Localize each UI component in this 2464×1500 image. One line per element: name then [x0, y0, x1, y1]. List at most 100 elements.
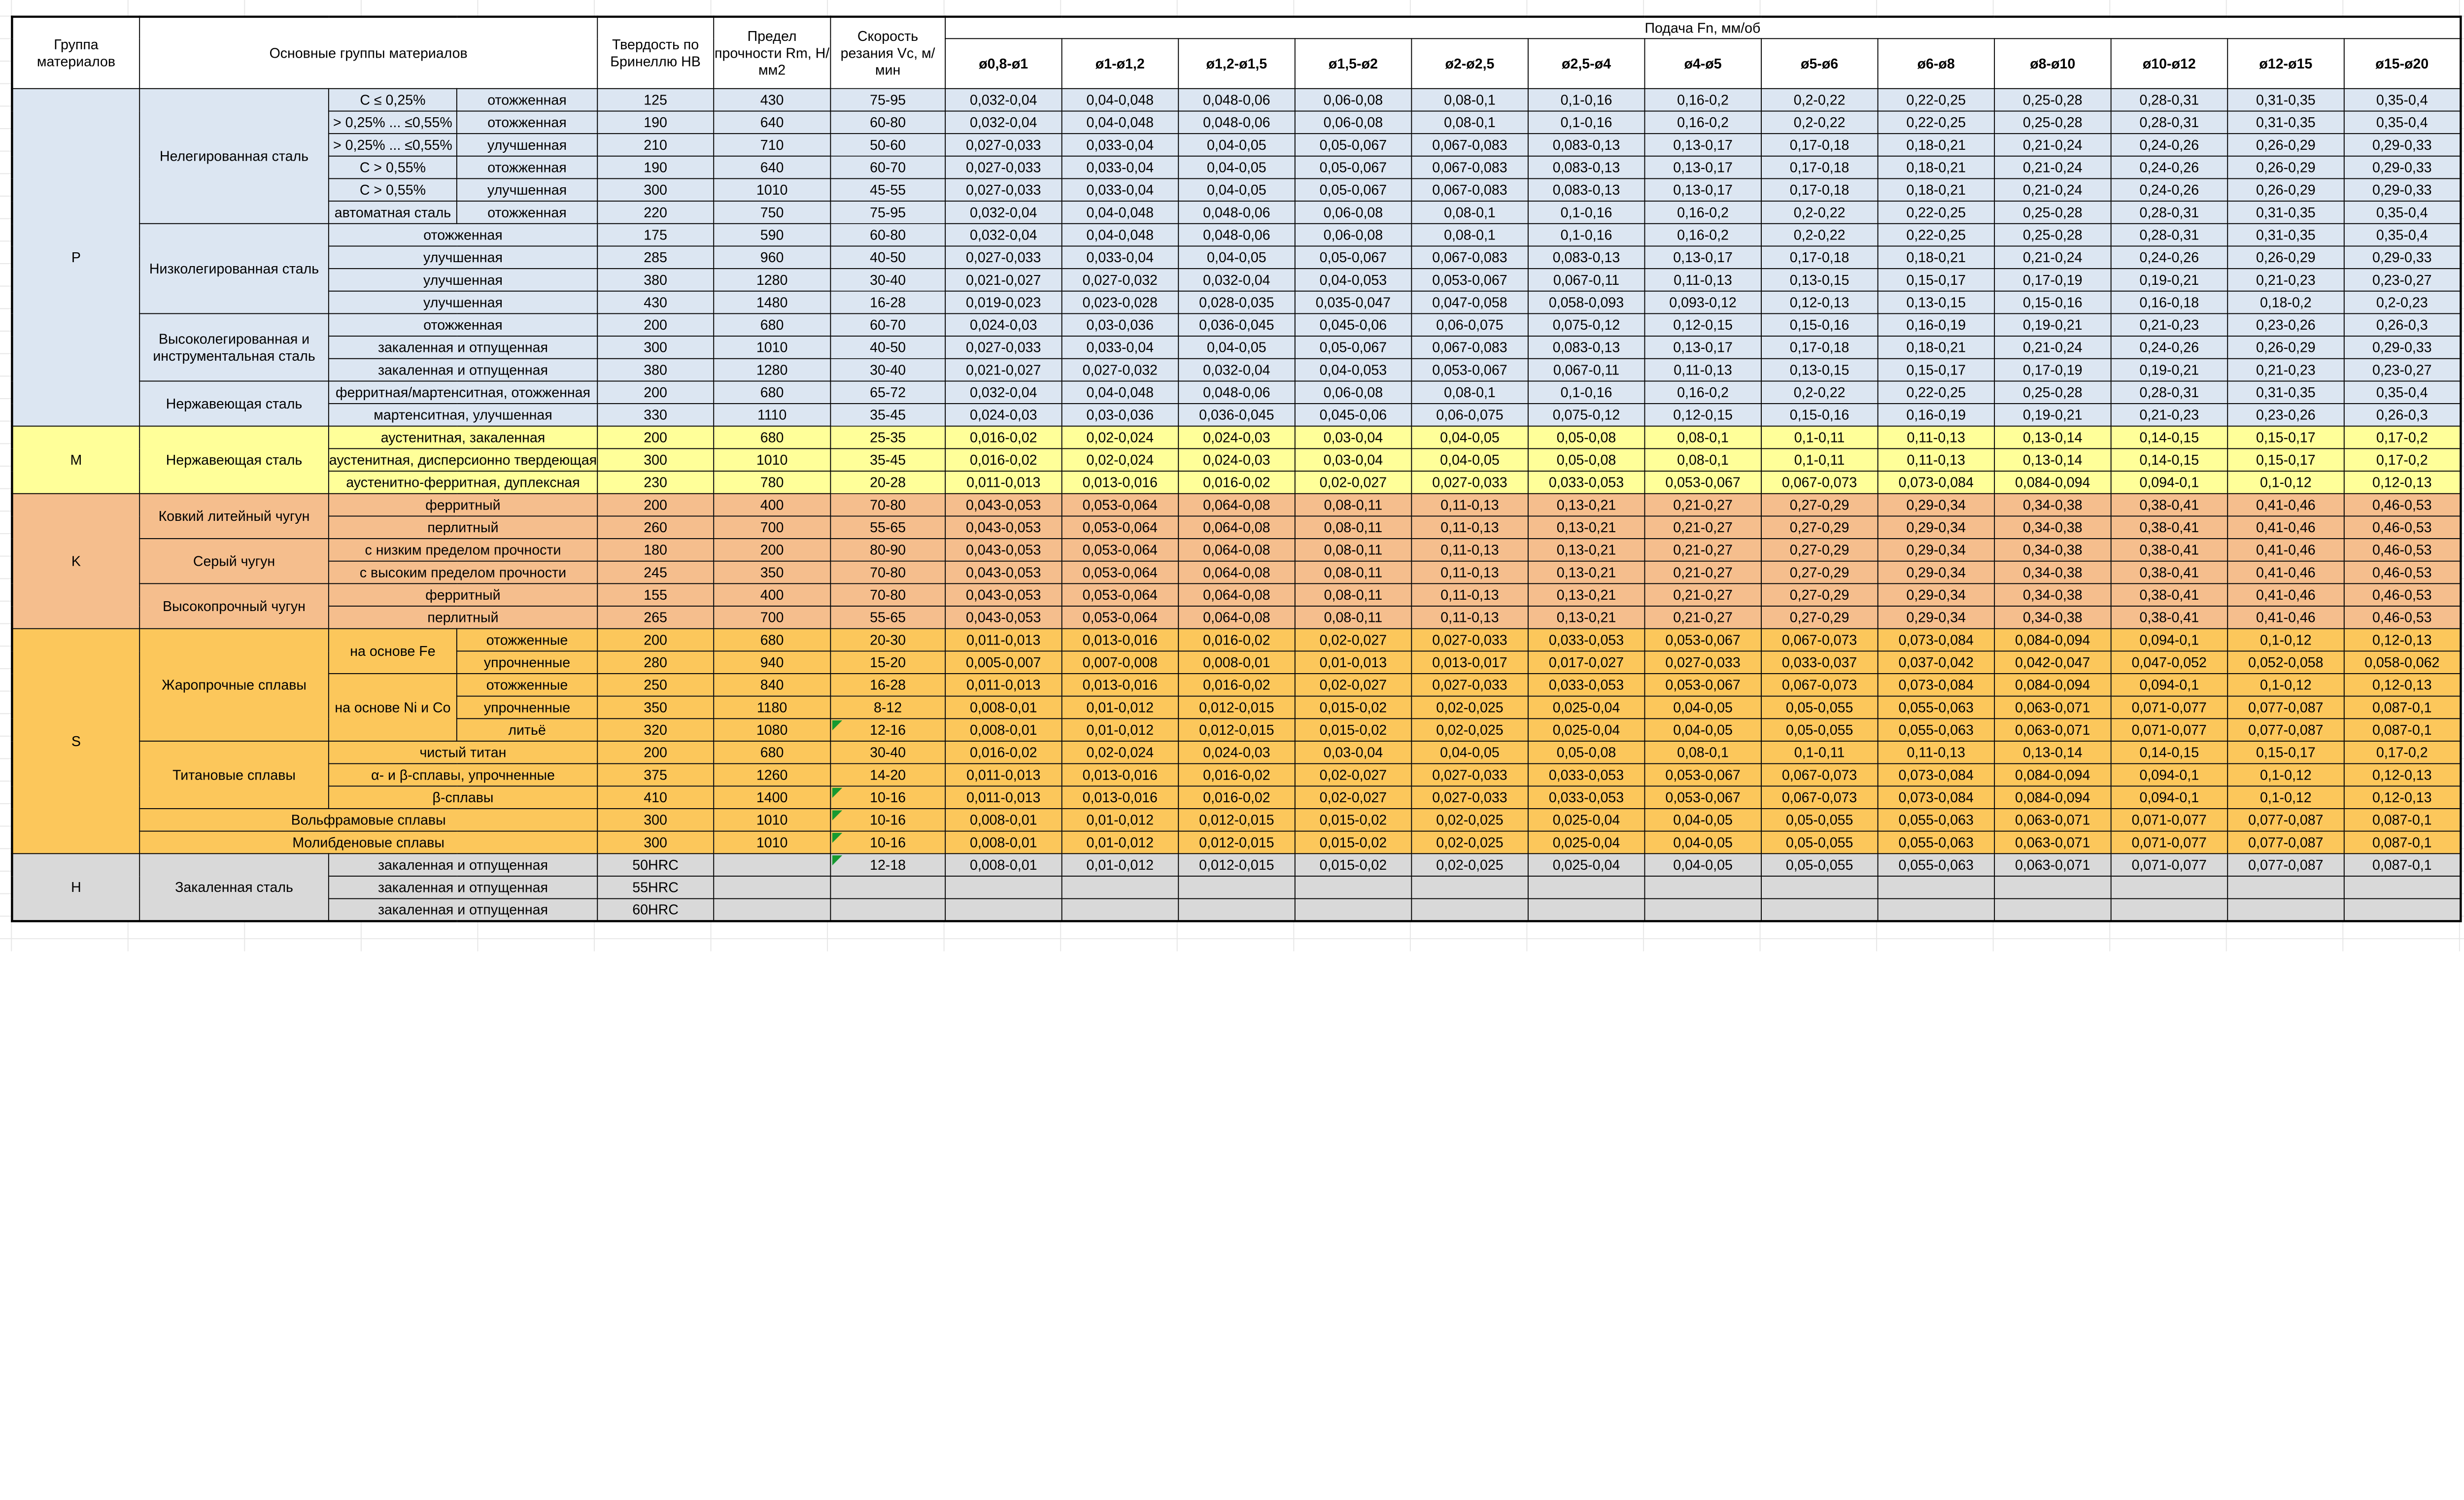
feed-fn-cell-11[interactable]: 0,38-0,41: [2111, 494, 2227, 516]
feed-fn-cell-8[interactable]: 0,05-0,055: [1761, 831, 1878, 854]
feed-fn-cell-1[interactable]: [945, 876, 1062, 899]
feed-fn-cell-10[interactable]: 0,13-0,14: [1994, 426, 2111, 449]
hardness-hb-cell[interactable]: 220: [597, 201, 714, 224]
feed-fn-cell-2[interactable]: 0,03-0,036: [1061, 404, 1178, 426]
feed-fn-cell-4[interactable]: 0,05-0,067: [1295, 178, 1412, 201]
feed-fn-cell-2[interactable]: 0,03-0,036: [1061, 313, 1178, 336]
material-group-cell[interactable]: Серый чугун: [139, 539, 329, 583]
feed-fn-cell-2[interactable]: 0,033-0,04: [1061, 246, 1178, 269]
feed-fn-cell-13[interactable]: 0,35-0,4: [2344, 111, 2461, 134]
feed-fn-cell-5[interactable]: 0,02-0,025: [1411, 696, 1528, 719]
material-state-cell[interactable]: отожженная: [329, 224, 597, 246]
strength-rm-cell[interactable]: 1010: [714, 809, 830, 831]
feed-fn-cell-4[interactable]: 0,06-0,08: [1295, 224, 1412, 246]
speed-vc-cell[interactable]: 10-16: [830, 831, 945, 854]
feed-fn-cell-1[interactable]: 0,011-0,013: [945, 471, 1062, 494]
feed-fn-cell-10[interactable]: 0,21-0,24: [1994, 178, 2111, 201]
feed-fn-cell-12[interactable]: 0,41-0,46: [2227, 561, 2344, 584]
feed-fn-cell-12[interactable]: 0,077-0,087: [2227, 696, 2344, 719]
feed-fn-cell-9[interactable]: 0,055-0,063: [1878, 809, 1994, 831]
feed-fn-cell-9[interactable]: 0,16-0,19: [1878, 313, 1994, 336]
feed-fn-cell-12[interactable]: 0,15-0,17: [2227, 741, 2344, 764]
feed-fn-cell-8[interactable]: 0,27-0,29: [1761, 561, 1878, 584]
hardness-hb-cell[interactable]: 300: [597, 448, 714, 471]
feed-fn-cell-5[interactable]: 0,08-0,1: [1411, 201, 1528, 224]
feed-fn-cell-1[interactable]: 0,043-0,053: [945, 606, 1062, 629]
feed-fn-cell-1[interactable]: 0,032-0,04: [945, 111, 1062, 134]
feed-fn-cell-11[interactable]: 0,21-0,23: [2111, 313, 2227, 336]
strength-rm-cell[interactable]: [714, 899, 830, 921]
feed-diameter-header[interactable]: ø0,8-ø1: [945, 38, 1062, 88]
feed-fn-cell-9[interactable]: 0,29-0,34: [1878, 516, 1994, 539]
feed-fn-cell-5[interactable]: 0,11-0,13: [1411, 606, 1528, 629]
feed-fn-cell-10[interactable]: 0,17-0,19: [1994, 269, 2111, 291]
speed-vc-cell[interactable]: 25-35: [830, 426, 945, 449]
feed-fn-cell-2[interactable]: 0,013-0,016: [1061, 629, 1178, 651]
feed-fn-cell-9[interactable]: 0,073-0,084: [1878, 629, 1994, 651]
feed-fn-cell-7[interactable]: 0,21-0,27: [1644, 561, 1761, 584]
feed-fn-cell-10[interactable]: 0,34-0,38: [1994, 516, 2111, 539]
feed-fn-cell-9[interactable]: 0,29-0,34: [1878, 583, 1994, 606]
feed-fn-cell-13[interactable]: [2344, 899, 2461, 921]
feed-fn-cell-12[interactable]: 0,26-0,29: [2227, 134, 2344, 156]
feed-fn-cell-7[interactable]: 0,13-0,17: [1644, 336, 1761, 359]
feed-fn-cell-11[interactable]: 0,19-0,21: [2111, 269, 2227, 291]
feed-fn-cell-4[interactable]: 0,08-0,11: [1295, 583, 1412, 606]
material-state-cell[interactable]: упрочненные: [457, 651, 597, 674]
feed-diameter-header[interactable]: ø15-ø20: [2344, 38, 2461, 88]
feed-fn-cell-3[interactable]: 0,064-0,08: [1178, 539, 1295, 561]
material-state-cell[interactable]: улучшенная: [329, 291, 597, 314]
feed-fn-cell-7[interactable]: 0,053-0,067: [1644, 764, 1761, 786]
feed-fn-cell-12[interactable]: 0,077-0,087: [2227, 831, 2344, 854]
hardness-hb-cell[interactable]: 200: [597, 629, 714, 651]
feed-fn-cell-2[interactable]: 0,027-0,032: [1061, 359, 1178, 381]
hardness-hb-cell[interactable]: 375: [597, 764, 714, 786]
strength-rm-cell[interactable]: 840: [714, 674, 830, 696]
feed-fn-cell-9[interactable]: 0,18-0,21: [1878, 178, 1994, 201]
feed-fn-cell-4[interactable]: 0,01-0,013: [1295, 651, 1412, 674]
feed-fn-cell-3[interactable]: 0,064-0,08: [1178, 583, 1295, 606]
strength-rm-cell[interactable]: 680: [714, 426, 830, 449]
feed-fn-cell-3[interactable]: 0,028-0,035: [1178, 291, 1295, 314]
speed-vc-cell[interactable]: 15-20: [830, 651, 945, 674]
feed-fn-cell-11[interactable]: 0,28-0,31: [2111, 89, 2227, 111]
feed-fn-cell-1[interactable]: 0,027-0,033: [945, 156, 1062, 179]
feed-fn-cell-4[interactable]: 0,02-0,027: [1295, 764, 1412, 786]
feed-fn-cell-2[interactable]: 0,01-0,012: [1061, 809, 1178, 831]
material-state-cell[interactable]: закаленная и отпущенная: [329, 876, 597, 899]
feed-fn-cell-12[interactable]: 0,1-0,12: [2227, 629, 2344, 651]
feed-fn-cell-13[interactable]: 0,12-0,13: [2344, 471, 2461, 494]
feed-fn-cell-3[interactable]: 0,036-0,045: [1178, 404, 1295, 426]
hardness-hb-cell[interactable]: 300: [597, 336, 714, 359]
feed-fn-cell-12[interactable]: 0,21-0,23: [2227, 359, 2344, 381]
feed-fn-cell-2[interactable]: 0,01-0,012: [1061, 718, 1178, 741]
feed-fn-cell-9[interactable]: 0,29-0,34: [1878, 606, 1994, 629]
feed-fn-cell-10[interactable]: 0,34-0,38: [1994, 494, 2111, 516]
feed-fn-cell-5[interactable]: [1411, 876, 1528, 899]
feed-fn-cell-11[interactable]: 0,094-0,1: [2111, 764, 2227, 786]
feed-fn-cell-8[interactable]: 0,17-0,18: [1761, 178, 1878, 201]
feed-fn-cell-2[interactable]: 0,01-0,012: [1061, 696, 1178, 719]
feed-fn-cell-5[interactable]: 0,067-0,083: [1411, 336, 1528, 359]
feed-fn-cell-7[interactable]: 0,053-0,067: [1644, 471, 1761, 494]
feed-fn-cell-5[interactable]: 0,067-0,083: [1411, 178, 1528, 201]
feed-fn-cell-5[interactable]: 0,11-0,13: [1411, 539, 1528, 561]
feed-fn-cell-5[interactable]: 0,11-0,13: [1411, 561, 1528, 584]
feed-fn-cell-11[interactable]: [2111, 876, 2227, 899]
feed-fn-cell-12[interactable]: 0,15-0,17: [2227, 426, 2344, 449]
feed-fn-cell-13[interactable]: 0,35-0,4: [2344, 201, 2461, 224]
material-group-cell[interactable]: Жаропрочные сплавы: [139, 629, 329, 741]
feed-fn-cell-5[interactable]: 0,027-0,033: [1411, 786, 1528, 809]
feed-fn-cell-5[interactable]: 0,02-0,025: [1411, 853, 1528, 876]
feed-fn-cell-5[interactable]: 0,053-0,067: [1411, 269, 1528, 291]
feed-fn-cell-1[interactable]: 0,016-0,02: [945, 448, 1062, 471]
feed-fn-cell-12[interactable]: 0,1-0,12: [2227, 764, 2344, 786]
feed-fn-cell-7[interactable]: 0,053-0,067: [1644, 674, 1761, 696]
feed-fn-cell-6[interactable]: 0,017-0,027: [1528, 651, 1645, 674]
feed-fn-cell-12[interactable]: 0,31-0,35: [2227, 89, 2344, 111]
material-group-cell[interactable]: Ковкий литейный чугун: [139, 494, 329, 539]
feed-fn-cell-9[interactable]: 0,037-0,042: [1878, 651, 1994, 674]
feed-fn-cell-1[interactable]: 0,043-0,053: [945, 494, 1062, 516]
strength-rm-cell[interactable]: 1110: [714, 404, 830, 426]
feed-fn-cell-10[interactable]: 0,25-0,28: [1994, 381, 2111, 404]
